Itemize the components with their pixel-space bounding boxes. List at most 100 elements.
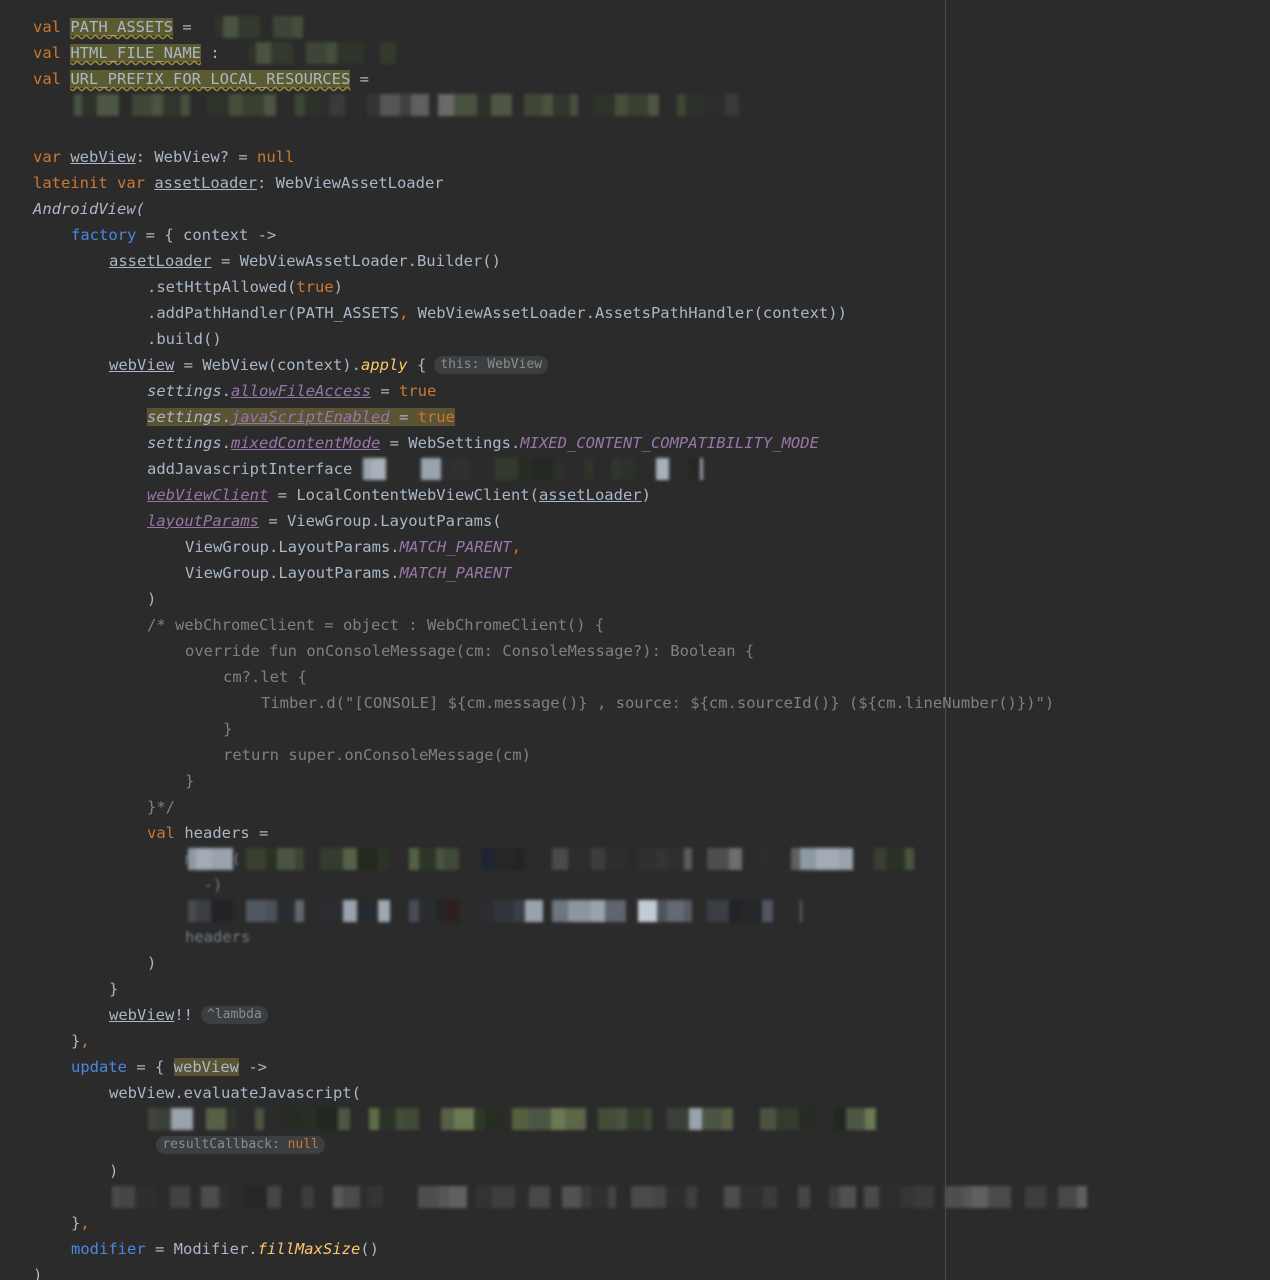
code-tokens: modifier = Modifier.fillMaxSize() xyxy=(33,1240,379,1258)
code-tokens: }*/ xyxy=(33,798,175,816)
code-line[interactable] xyxy=(0,898,1270,924)
code-line[interactable]: .setHttpAllowed(true) xyxy=(0,274,1270,300)
code-line[interactable]: modifier = Modifier.fillMaxSize() xyxy=(0,1236,1270,1262)
code-line[interactable]: /* webChromeClient = object : WebChromeC… xyxy=(0,612,1270,638)
code-line[interactable]: ViewGroup.LayoutParams.MATCH_PARENT, xyxy=(0,534,1270,560)
code-tokens: val URL_PREFIX_FOR_LOCAL_RESOURCES = xyxy=(33,70,369,88)
code-line[interactable]: .addPathHandler(PATH_ASSETS, WebViewAsse… xyxy=(0,300,1270,326)
code-token: allowFileAccess xyxy=(231,382,371,400)
code-content[interactable]: val PATH_ASSETS = val HTML_FILE_NAME : v… xyxy=(0,14,1270,1280)
redacted-text-block xyxy=(112,1186,1102,1208)
code-token: () xyxy=(360,1240,379,1258)
code-line[interactable]: mapOf( xyxy=(0,846,1270,872)
code-line[interactable]: factory = { context -> xyxy=(0,222,1270,248)
code-tokens: } xyxy=(33,720,232,738)
code-line[interactable]: .build() xyxy=(0,326,1270,352)
code-line[interactable]: override fun onConsoleMessage(cm: Consol… xyxy=(0,638,1270,664)
code-line[interactable]: ) xyxy=(0,1262,1270,1280)
code-line[interactable]: ) xyxy=(0,950,1270,976)
code-line[interactable]: webViewClient = LocalContentWebViewClien… xyxy=(0,482,1270,508)
code-token: headers = xyxy=(175,824,269,842)
code-tokens: } xyxy=(33,772,194,790)
inlay-hint[interactable]: this: WebView xyxy=(434,356,549,374)
code-line[interactable]: webView.evaluateJavascript( xyxy=(0,1080,1270,1106)
code-token: : xyxy=(201,44,229,62)
code-line[interactable]: settings.allowFileAccess = true xyxy=(0,378,1270,404)
faded-code-text: headers xyxy=(185,928,251,946)
code-tokens: }, xyxy=(33,1032,90,1050)
code-line[interactable]: layoutParams = ViewGroup.LayoutParams( xyxy=(0,508,1270,534)
code-token: ) xyxy=(641,486,651,504)
code-line[interactable]: cm?.let { xyxy=(0,664,1270,690)
code-line[interactable]: }, xyxy=(0,1028,1270,1054)
inlay-hint[interactable]: ^lambda xyxy=(201,1006,268,1024)
code-tokens: ) xyxy=(33,590,156,608)
code-line[interactable]: var webView: WebView? = null xyxy=(0,144,1270,170)
code-token: assetLoader xyxy=(154,174,257,192)
code-line[interactable]: assetLoader = WebViewAssetLoader.Builder… xyxy=(0,248,1270,274)
code-token: assetLoader xyxy=(538,486,642,504)
code-line[interactable] xyxy=(0,92,1270,118)
code-line[interactable]: lateinit var assetLoader: WebViewAssetLo… xyxy=(0,170,1270,196)
code-token: webView xyxy=(173,1058,239,1076)
code-line[interactable]: }, xyxy=(0,1210,1270,1236)
code-line[interactable]: val headers = xyxy=(0,820,1270,846)
code-line[interactable]: settings.javaScriptEnabled = true xyxy=(0,404,1270,430)
code-tokens: ViewGroup.LayoutParams.MATCH_PARENT, xyxy=(33,538,521,556)
code-token: ViewGroup.LayoutParams. xyxy=(185,538,400,556)
code-token: webView xyxy=(109,1006,175,1024)
code-line[interactable]: } xyxy=(0,976,1270,1002)
code-token: val xyxy=(147,824,175,842)
code-line[interactable]: headers xyxy=(0,924,1270,950)
code-token: = WebSettings. xyxy=(380,434,521,452)
code-token: webView xyxy=(70,148,136,166)
code-token: . xyxy=(221,434,231,452)
code-tokens: webViewClient = LocalContentWebViewClien… xyxy=(33,486,651,504)
code-token: ) xyxy=(33,1266,43,1280)
code-line[interactable]: } xyxy=(0,768,1270,794)
redacted-text-block xyxy=(148,1108,876,1130)
code-line[interactable]: val HTML_FILE_NAME : xyxy=(0,40,1270,66)
code-line[interactable] xyxy=(0,1106,1270,1132)
code-tokens: update = { webView -> xyxy=(33,1058,267,1076)
code-tokens: .addPathHandler(PATH_ASSETS, WebViewAsse… xyxy=(33,304,847,322)
code-line[interactable]: val URL_PREFIX_FOR_LOCAL_RESOURCES = xyxy=(0,66,1270,92)
code-line[interactable]: ViewGroup.LayoutParams.MATCH_PARENT xyxy=(0,560,1270,586)
code-line[interactable]: webView!! ^lambda xyxy=(0,1002,1270,1028)
code-line[interactable] xyxy=(0,118,1270,144)
code-line[interactable]: addJavascriptInterface xyxy=(0,456,1270,482)
code-token: webViewClient xyxy=(147,486,269,504)
code-editor[interactable]: val PATH_ASSETS = val HTML_FILE_NAME : v… xyxy=(0,0,1270,1280)
code-token: apply xyxy=(360,356,408,374)
inlay-hint-result-callback[interactable]: resultCallback: null xyxy=(156,1136,325,1154)
code-token: = Modifier. xyxy=(145,1240,258,1258)
code-token: } xyxy=(109,980,119,998)
code-line[interactable]: webView = WebView(context).apply {this: … xyxy=(0,352,1270,378)
code-token: mixedContentMode xyxy=(231,434,381,452)
code-line[interactable]: resultCallback: null xyxy=(0,1132,1270,1158)
code-line[interactable]: ) xyxy=(0,586,1270,612)
code-line[interactable] xyxy=(0,1184,1270,1210)
code-line[interactable]: val PATH_ASSETS = xyxy=(0,14,1270,40)
code-line[interactable]: } xyxy=(0,716,1270,742)
code-token: = { context -> xyxy=(136,226,277,244)
code-tokens: val PATH_ASSETS = xyxy=(33,18,201,36)
code-token: = { xyxy=(127,1058,174,1076)
code-token: MATCH_PARENT xyxy=(399,564,512,582)
code-line[interactable]: -) xyxy=(0,872,1270,898)
code-line[interactable]: ) xyxy=(0,1158,1270,1184)
code-line[interactable]: return super.onConsoleMessage(cm) xyxy=(0,742,1270,768)
code-tokens: override fun onConsoleMessage(cm: Consol… xyxy=(33,642,754,660)
code-line[interactable]: }*/ xyxy=(0,794,1270,820)
code-line[interactable]: Timber.d("[CONSOLE] ${cm.message()} , so… xyxy=(0,690,1270,716)
code-line[interactable]: AndroidView( xyxy=(0,196,1270,222)
code-token: val xyxy=(33,18,61,36)
code-line[interactable]: update = { webView -> xyxy=(0,1054,1270,1080)
code-token: -> xyxy=(239,1058,267,1076)
code-line[interactable]: settings.mixedContentMode = WebSettings.… xyxy=(0,430,1270,456)
